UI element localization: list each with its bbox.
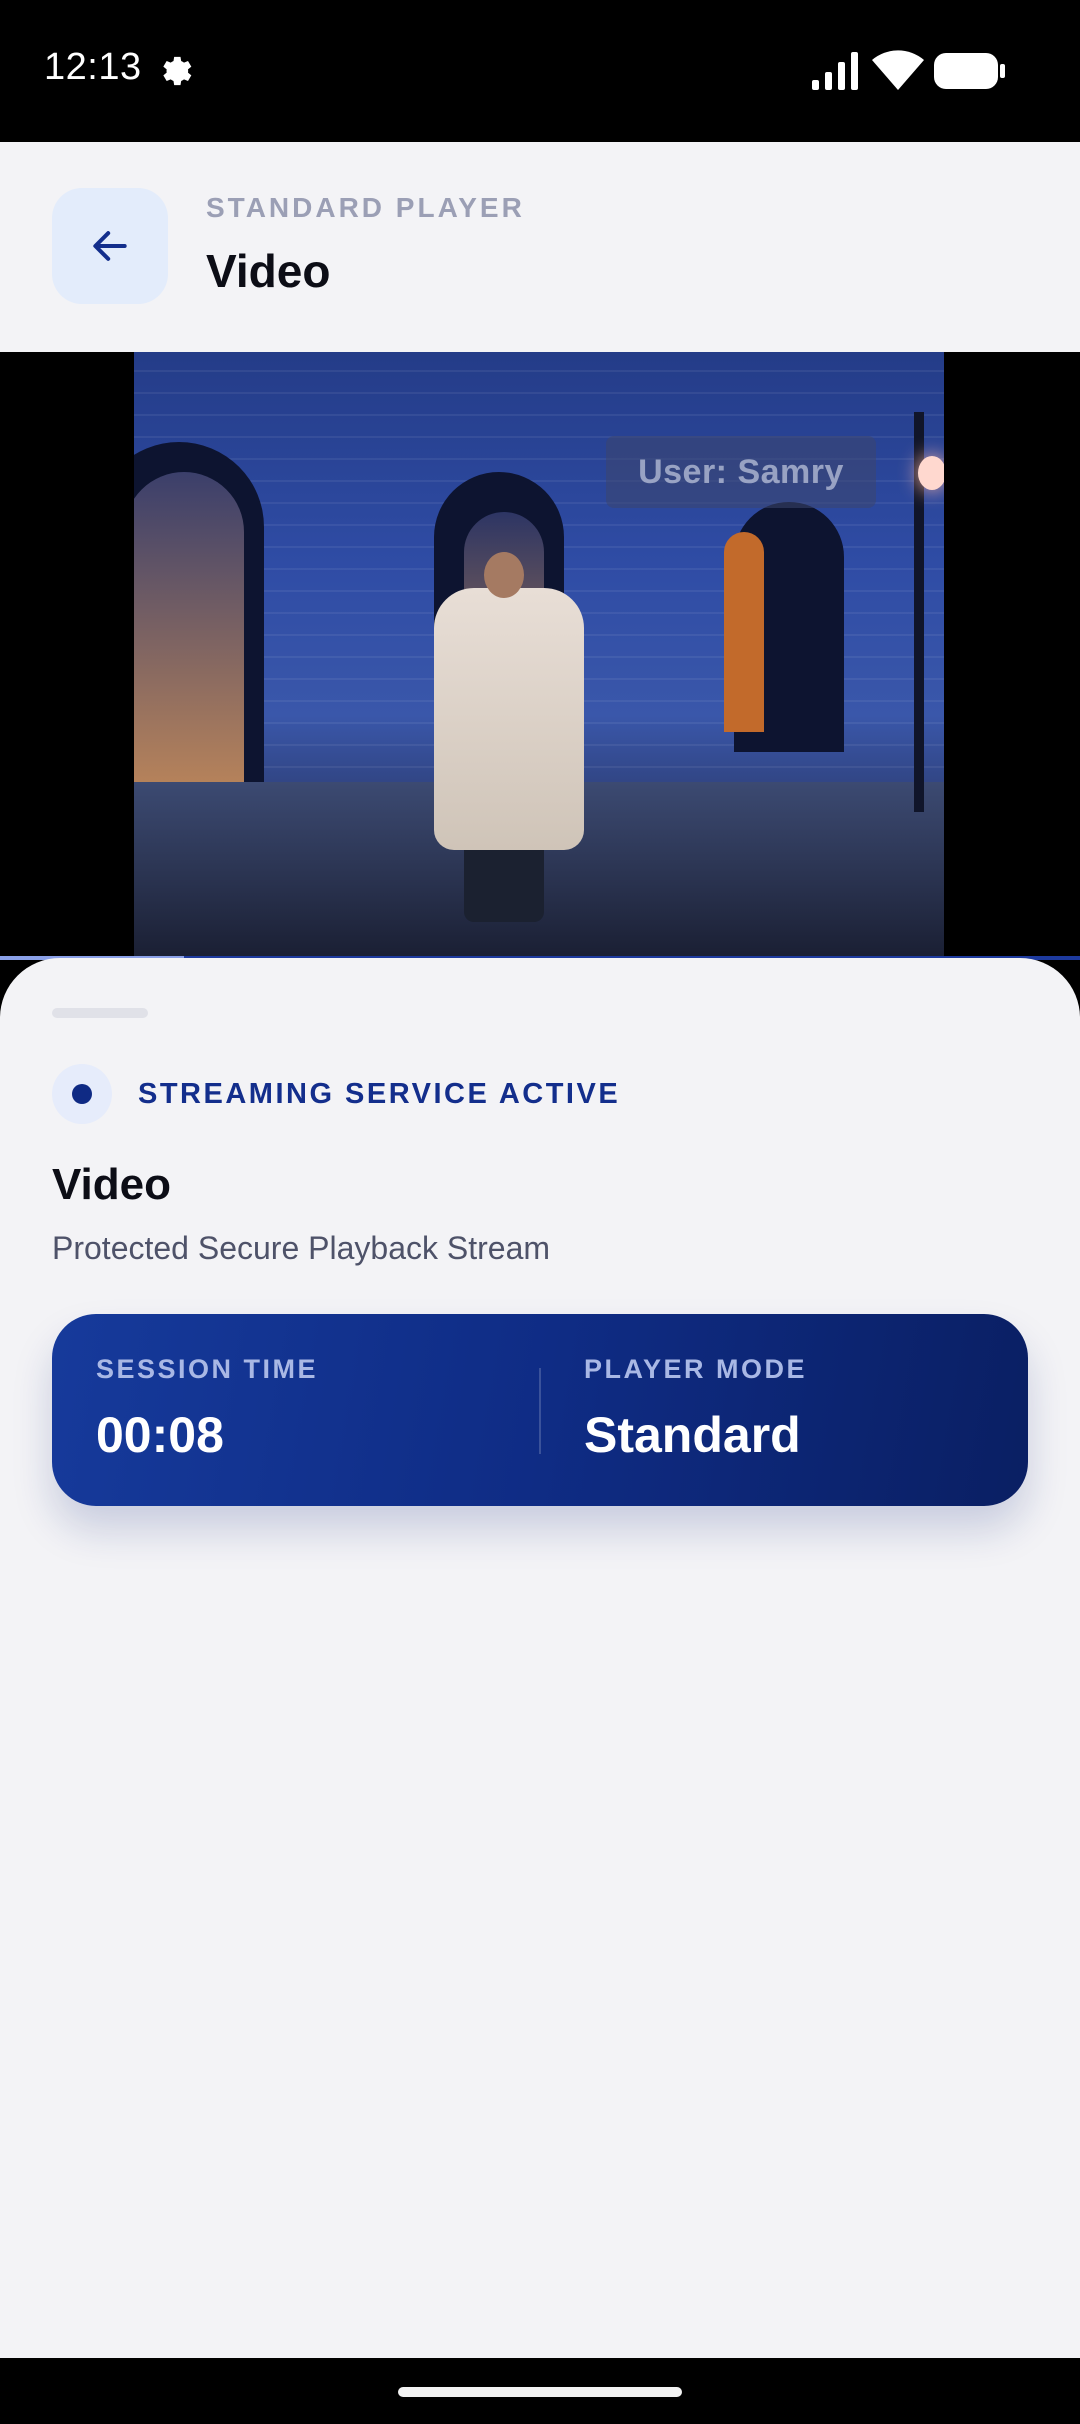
home-indicator[interactable] [398, 2387, 682, 2397]
status-time: 12:13 [44, 46, 142, 88]
video-arch-light [134, 472, 244, 792]
video-subtitle: Protected Secure Playback Stream [52, 1230, 551, 1266]
signal-icon [812, 52, 858, 90]
battery-icon [934, 53, 1005, 89]
session-time-value: 00:08 [96, 1407, 224, 1463]
player-mode-stat: PLAYER MODE Standard [584, 1314, 1004, 1506]
session-time-label: SESSION TIME [96, 1354, 319, 1384]
page-title: Video [206, 245, 331, 297]
header-kicker: STANDARD PLAYER [206, 192, 525, 223]
video-person-coat [434, 588, 584, 850]
video-frame[interactable]: User: Samry [134, 352, 944, 958]
video-arch-light [724, 532, 764, 732]
gesture-bar [0, 2358, 1080, 2424]
status-dot-icon [52, 1064, 112, 1124]
back-button[interactable] [52, 188, 168, 304]
arrow-left-icon [93, 231, 127, 261]
player-mode-label: PLAYER MODE [584, 1354, 808, 1384]
session-time-stat: SESSION TIME 00:08 [96, 1314, 516, 1506]
video-lamp [918, 456, 944, 490]
sheet-handle[interactable] [52, 1008, 148, 1018]
user-watermark: User: Samry [606, 436, 876, 508]
video-title: Video [52, 1160, 172, 1209]
stat-divider [539, 1368, 541, 1454]
gear-icon [163, 56, 192, 86]
video-person-head [484, 552, 524, 598]
app-header: STANDARD PLAYER Video [0, 142, 1080, 352]
status-bar: 12:13 [0, 0, 1080, 142]
video-player[interactable]: User: Samry [0, 352, 1080, 960]
wifi-icon [872, 50, 924, 90]
stats-card: SESSION TIME 00:08 PLAYER MODE Standard [52, 1314, 1028, 1506]
player-mode-value: Standard [584, 1407, 801, 1463]
streaming-status: STREAMING SERVICE ACTIVE [138, 1078, 621, 1110]
bottom-sheet: STREAMING SERVICE ACTIVE Video Protected… [0, 958, 1080, 2358]
